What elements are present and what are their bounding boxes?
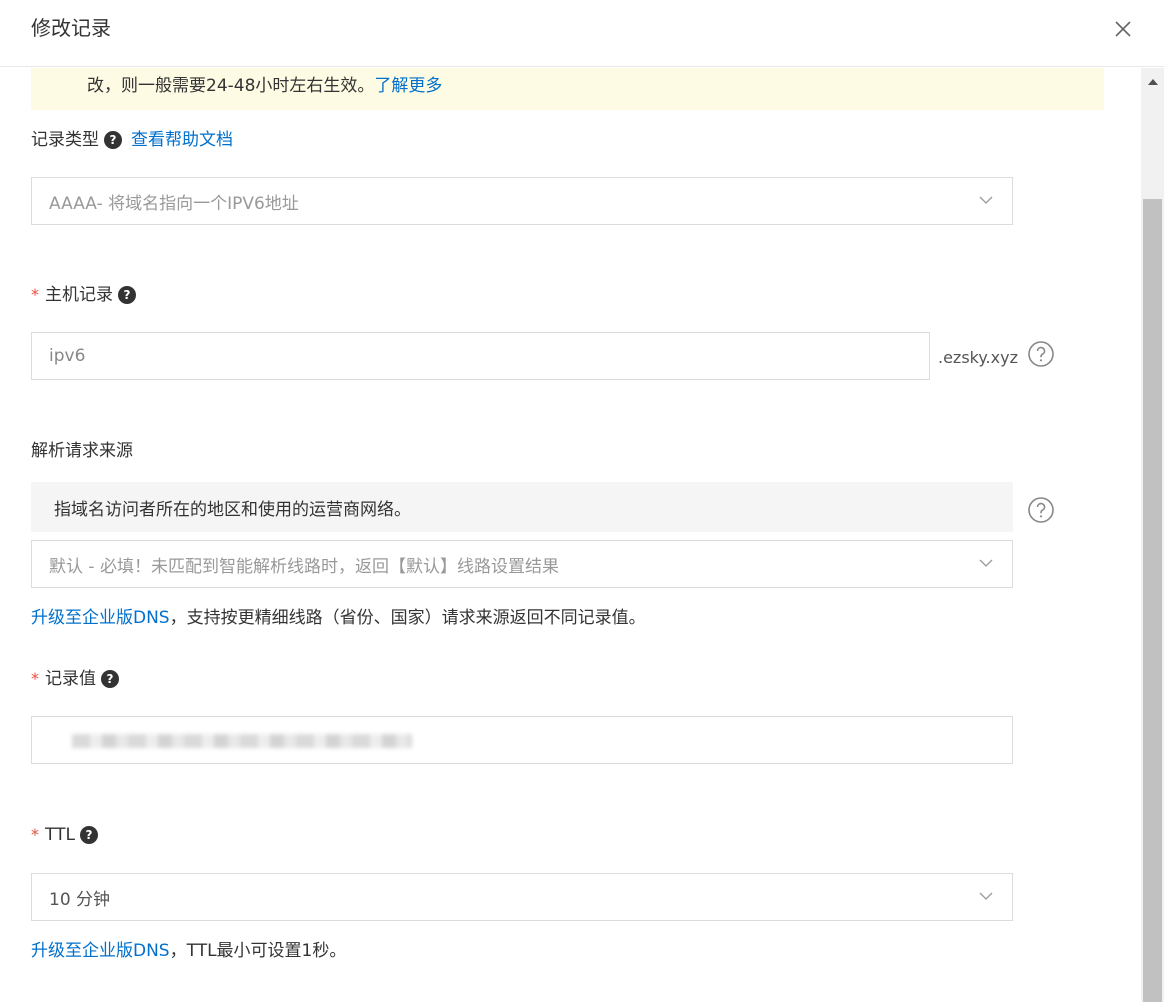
upgrade-enterprise-dns-link[interactable]: 升级至企业版DNS bbox=[31, 608, 170, 628]
chevron-down-icon bbox=[979, 892, 993, 900]
edit-record-dialog: 修改记录 改，则一般需要24-48小时左右生效。了解更多 记录类型 ? 查看帮助… bbox=[0, 0, 1164, 1002]
record-type-label: 记录类型 ? 查看帮助文档 bbox=[31, 128, 233, 152]
help-icon[interactable]: ? bbox=[104, 131, 122, 149]
scroll-up-arrow-icon[interactable] bbox=[1141, 68, 1164, 96]
question-circle-icon[interactable] bbox=[1027, 496, 1055, 524]
upgrade-enterprise-dns-link[interactable]: 升级至企业版DNS bbox=[31, 941, 170, 961]
ttl-upgrade-note: 升级至企业版DNS，TTL最小可设置1秒。 bbox=[31, 941, 347, 961]
ttl-label: * TTL ? bbox=[31, 823, 98, 847]
help-doc-link[interactable]: 查看帮助文档 bbox=[131, 128, 233, 152]
vertical-scrollbar[interactable] bbox=[1141, 68, 1164, 1002]
redacted-value bbox=[72, 734, 412, 748]
ttl-select[interactable]: 10 分钟 bbox=[31, 873, 1013, 921]
question-circle-icon[interactable] bbox=[1027, 340, 1055, 368]
chevron-down-icon bbox=[979, 559, 993, 567]
notice-text: 改，则一般需要24-48小时左右生效。了解更多 bbox=[87, 76, 443, 96]
dialog-header: 修改记录 bbox=[0, 0, 1164, 67]
resolve-source-upgrade-note: 升级至企业版DNS，支持按更精细线路（省份、国家）请求来源返回不同记录值。 bbox=[31, 608, 646, 628]
help-icon[interactable]: ? bbox=[79, 826, 98, 844]
host-record-input[interactable]: ipv6 bbox=[31, 332, 930, 380]
record-value-label: * 记录值 ? bbox=[31, 667, 119, 691]
dialog-title: 修改记录 bbox=[31, 16, 111, 40]
required-mark: * bbox=[31, 825, 39, 844]
learn-more-link[interactable]: 了解更多 bbox=[374, 76, 442, 96]
required-mark: * bbox=[31, 669, 39, 688]
notice-banner: 改，则一般需要24-48小时左右生效。了解更多 bbox=[31, 68, 1104, 110]
required-mark: * bbox=[31, 285, 39, 304]
record-value-input[interactable] bbox=[31, 716, 1013, 764]
record-type-select[interactable]: AAAA- 将域名指向一个IPV6地址 bbox=[31, 177, 1013, 225]
dialog-body: 改，则一般需要24-48小时左右生效。了解更多 记录类型 ? 查看帮助文档 AA… bbox=[0, 68, 1141, 1002]
resolve-source-hint: 指域名访问者所在的地区和使用的运营商网络。 bbox=[31, 482, 1013, 532]
close-icon[interactable] bbox=[1111, 17, 1135, 41]
chevron-down-icon bbox=[979, 196, 993, 204]
help-icon[interactable]: ? bbox=[118, 286, 136, 304]
domain-suffix: .ezsky.xyz bbox=[938, 348, 1018, 367]
host-record-label: * 主机记录 ? bbox=[31, 283, 136, 307]
scrollbar-thumb[interactable] bbox=[1143, 199, 1162, 1002]
help-icon[interactable]: ? bbox=[101, 670, 119, 688]
resolve-source-label: 解析请求来源 bbox=[31, 441, 133, 461]
resolve-source-select[interactable]: 默认 - 必填！未匹配到智能解析线路时，返回【默认】线路设置结果 bbox=[31, 540, 1013, 588]
